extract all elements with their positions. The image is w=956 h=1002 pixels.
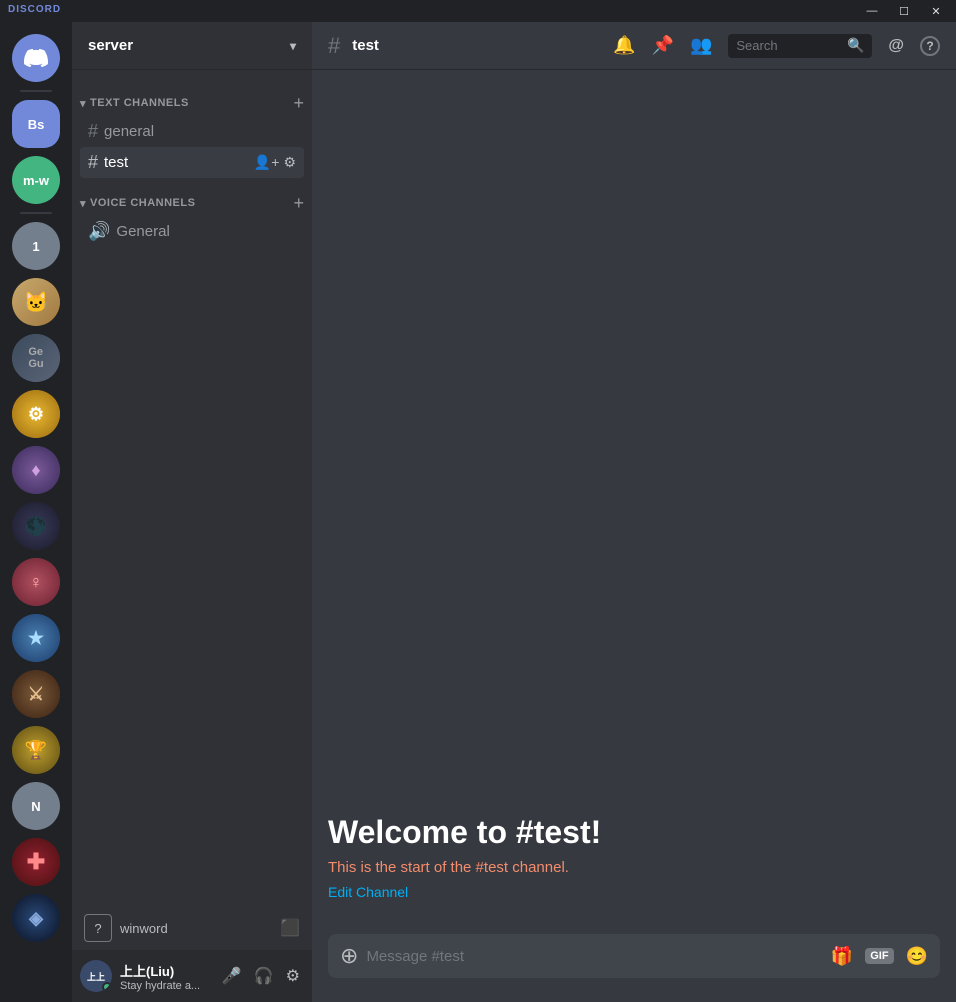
minimize-button[interactable]: —: [856, 0, 888, 22]
username: 上上(Liu): [120, 961, 210, 980]
message-actions: 🎁 GIF 😊: [831, 946, 928, 967]
discord-brand: DISCORD: [8, 4, 61, 15]
channel-sidebar: server ▾ ▾ TEXT CHANNELS + # general # t…: [72, 22, 312, 1002]
main-content: # test 🔔 📌 👥 🔍 @ ? Welcome to #test! Thi…: [312, 22, 956, 1002]
server-icon-anime3[interactable]: ★: [12, 614, 60, 662]
message-input-area: ⊕ 🎁 GIF 😊: [312, 934, 956, 1002]
server-icon-char2[interactable]: ◈: [12, 894, 60, 942]
discord-home-button[interactable]: [12, 34, 60, 82]
message-input-box: ⊕ 🎁 GIF 😊: [328, 934, 940, 978]
channel-header-name: test: [352, 37, 379, 54]
search-icon: 🔍: [847, 37, 864, 54]
search-input[interactable]: [736, 38, 841, 53]
header-actions: 🔔 📌 👥 🔍 @ ?: [613, 34, 940, 58]
status-dot: [102, 982, 112, 992]
channel-item-general-voice[interactable]: 🔊 General: [80, 216, 304, 247]
user-avatar: 上上: [80, 960, 112, 992]
titlebar: DISCORD — ☐ ✕: [0, 0, 956, 22]
pin-button[interactable]: 📌: [652, 35, 674, 56]
server-icon-1[interactable]: 1: [12, 222, 60, 270]
server-icon-nurse[interactable]: ✚: [12, 838, 60, 886]
emoji-button[interactable]: 😊: [906, 946, 928, 967]
collapse-icon: ▾: [80, 97, 86, 110]
welcome-desc: This is the start of the #test channel.: [328, 859, 940, 876]
close-button[interactable]: ✕: [920, 0, 952, 22]
user-info: 上上(Liu) Stay hydrate a...: [120, 961, 210, 992]
avatar-initials: 上上: [87, 970, 105, 983]
hash-icon: #: [88, 152, 98, 173]
server-name: server: [88, 37, 133, 54]
welcome-title: Welcome to #test!: [328, 814, 940, 851]
user-area: 上上 上上(Liu) Stay hydrate a... 🎤 🎧 ⚙: [72, 950, 312, 1002]
help-button[interactable]: ?: [920, 36, 940, 56]
edit-channel-link[interactable]: Edit Channel: [328, 884, 408, 900]
channel-item-general[interactable]: # general: [80, 116, 304, 147]
bell-button[interactable]: 🔔: [613, 35, 635, 56]
server-icon-bs[interactable]: Bs: [12, 100, 60, 148]
headphone-button[interactable]: 🎧: [250, 962, 278, 990]
user-settings-button[interactable]: ⚙: [282, 962, 304, 990]
gif-button[interactable]: GIF: [865, 948, 893, 964]
collapse-icon-voice: ▾: [80, 197, 86, 210]
server-sidebar: Bs m-w 1 🐱 GeGu ⚙ ♦ 🌑 ♀: [0, 22, 72, 1002]
text-channels-label[interactable]: ▾ TEXT CHANNELS: [80, 97, 189, 110]
message-input[interactable]: [366, 948, 830, 965]
server-icon-anime1[interactable]: ⚙: [12, 390, 60, 438]
search-bar[interactable]: 🔍: [728, 34, 872, 58]
server-icon-n[interactable]: N: [12, 782, 60, 830]
server-divider-2: [20, 212, 52, 214]
channel-header: # test 🔔 📌 👥 🔍 @ ?: [312, 22, 956, 70]
members-button[interactable]: 👥: [690, 35, 712, 56]
app-body: Bs m-w 1 🐱 GeGu ⚙ ♦ 🌑 ♀: [0, 22, 956, 1002]
winword-label: winword: [120, 921, 272, 936]
speaker-icon: 🔊: [88, 221, 110, 242]
server-icon-anime2[interactable]: ♦: [12, 446, 60, 494]
winword-action-button[interactable]: ⬛: [280, 918, 300, 938]
chevron-down-icon: ▾: [290, 39, 296, 53]
server-header[interactable]: server ▾: [72, 22, 312, 70]
server-icon-mw[interactable]: m-w: [12, 156, 60, 204]
message-add-button[interactable]: ⊕: [340, 943, 358, 969]
server-divider: [20, 90, 52, 92]
voice-channels-label[interactable]: ▾ VOICE CHANNELS: [80, 197, 195, 210]
channel-item-test[interactable]: # test 👤+ ⚙: [80, 147, 304, 178]
welcome-section: Welcome to #test! This is the start of t…: [328, 798, 940, 918]
channel-actions: 👤+ ⚙: [254, 154, 296, 171]
voice-channels-category: ▾ VOICE CHANNELS +: [72, 178, 312, 216]
channel-name: general: [104, 123, 296, 140]
channel-settings-icon[interactable]: ⚙: [283, 154, 296, 171]
add-voice-channel-button[interactable]: +: [293, 194, 304, 212]
channel-name: test: [104, 154, 248, 171]
channel-header-hash-icon: #: [328, 33, 340, 59]
text-channels-category: ▾ TEXT CHANNELS +: [72, 78, 312, 116]
server-icon-dark[interactable]: 🌑: [12, 502, 60, 550]
server-icon-game1[interactable]: GeGu: [12, 334, 60, 382]
server-icon-label: m-w: [23, 173, 49, 188]
mention-button[interactable]: @: [888, 37, 904, 55]
server-icon-cat[interactable]: 🐱: [12, 278, 60, 326]
server-icon-char1[interactable]: ⚔: [12, 670, 60, 718]
winword-icon: ?: [84, 914, 112, 942]
gift-button[interactable]: 🎁: [831, 946, 853, 967]
server-icon-girl1[interactable]: ♀: [12, 558, 60, 606]
user-controls: 🎤 🎧 ⚙: [218, 962, 304, 990]
user-status: Stay hydrate a...: [120, 980, 210, 992]
channel-list: ▾ TEXT CHANNELS + # general # test 👤+ ⚙: [72, 70, 312, 906]
server-icon-game2[interactable]: 🏆: [12, 726, 60, 774]
microphone-button[interactable]: 🎤: [218, 962, 246, 990]
maximize-button[interactable]: ☐: [888, 0, 920, 22]
server-icon-label: 1: [32, 239, 39, 254]
hash-icon: #: [88, 121, 98, 142]
messages-area[interactable]: Welcome to #test! This is the start of t…: [312, 70, 956, 934]
server-icon-label: Bs: [28, 117, 45, 132]
add-member-icon[interactable]: 👤+: [254, 154, 280, 171]
winword-area: ? winword ⬛: [72, 906, 312, 950]
add-text-channel-button[interactable]: +: [293, 94, 304, 112]
channel-name-voice: General: [116, 223, 296, 240]
server-icon-label: N: [31, 799, 40, 814]
